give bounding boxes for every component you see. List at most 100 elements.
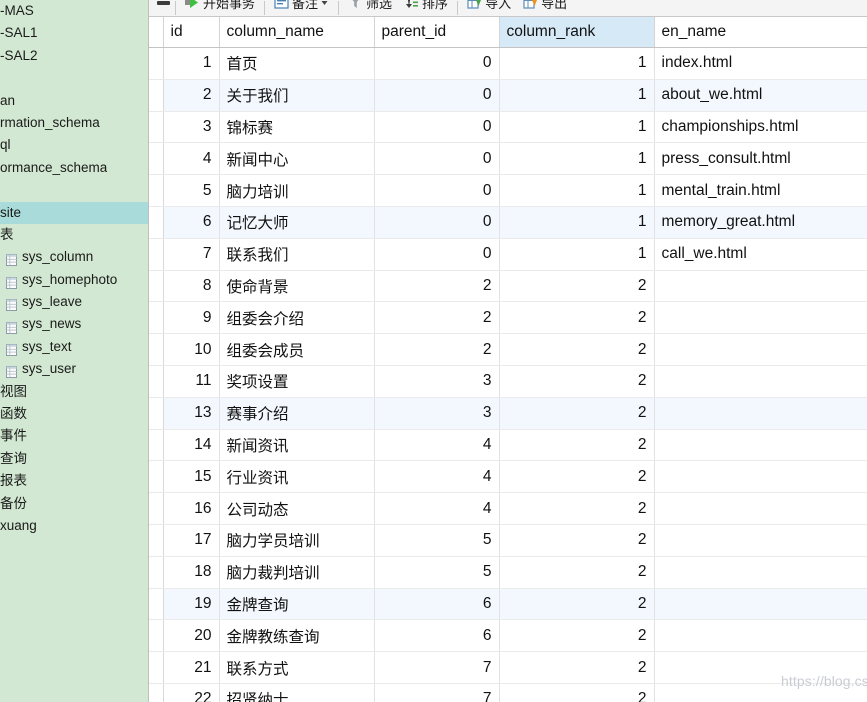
row-selector-cell[interactable] [149,460,164,494]
cell-parent-id[interactable]: 4 [374,460,500,494]
cell-en-name[interactable] [654,365,867,398]
cell-id[interactable]: 5 [163,174,220,207]
sidebar-item-sys_text[interactable]: sys_text [0,336,148,358]
table-row[interactable]: 19 金牌查询 6 2 [149,588,867,621]
cell-en-name[interactable] [654,429,867,462]
cell-id[interactable]: 9 [163,301,220,335]
sidebar-item-xuang[interactable]: xuang [0,515,148,537]
cell-column-rank[interactable]: 2 [499,397,655,430]
cell-column-name[interactable]: 新闻中心 [219,142,375,176]
sidebar-item-an[interactable]: an [0,90,148,112]
sidebar-item--[interactable]: 函数 [0,403,148,425]
table-row[interactable]: 18 脑力裁判培训 5 2 [149,556,867,589]
row-selector-cell[interactable] [149,270,164,303]
cell-column-rank[interactable]: 1 [499,47,655,80]
row-selector-cell[interactable] [149,492,164,525]
table-row[interactable]: 9 组委会介绍 2 2 [149,301,867,335]
cell-column-name[interactable]: 联系方式 [219,651,375,684]
sidebar-item-ormance_schema[interactable]: ormance_schema [0,157,148,179]
cell-column-name[interactable]: 公司动态 [219,492,375,525]
cell-column-name[interactable]: 关于我们 [219,79,375,112]
cell-en-name[interactable] [654,460,867,494]
cell-column-rank[interactable]: 2 [499,429,655,462]
row-selector-cell[interactable] [149,111,164,144]
table-row[interactable]: 4 新闻中心 0 1 press_consult.html [149,142,867,176]
column-header-parent-id[interactable]: parent_id [374,17,500,48]
cell-column-rank[interactable]: 2 [499,683,655,702]
cell-en-name[interactable]: memory_great.html [654,206,867,239]
sidebar-item--[interactable]: 备份 [0,493,148,515]
column-header-en-name[interactable]: en_name [654,17,867,48]
cell-parent-id[interactable]: 0 [374,111,500,144]
table-row[interactable]: 15 行业资讯 4 2 [149,460,867,494]
cell-column-name[interactable]: 奖项设置 [219,365,375,398]
cell-column-name[interactable]: 首页 [219,47,375,80]
column-header-column-rank[interactable]: column_rank [499,17,655,48]
cell-parent-id[interactable]: 0 [374,174,500,207]
cell-parent-id[interactable]: 2 [374,270,500,303]
sidebar-item--[interactable]: 查询 [0,448,148,470]
sidebar-item--[interactable]: 报表 [0,470,148,492]
sidebar-item-sys_leave[interactable]: sys_leave [0,291,148,313]
row-selector-cell[interactable] [149,619,164,653]
cell-id[interactable]: 2 [163,79,220,112]
cell-column-name[interactable]: 脑力培训 [219,174,375,207]
grid-toolbar[interactable]: 开始事务 备注 筛选 排序 导入 导出 [149,0,867,17]
row-selector-cell[interactable] [149,142,164,176]
cell-parent-id[interactable]: 5 [374,524,500,557]
row-selector-cell[interactable] [149,651,164,684]
cell-en-name[interactable] [654,619,867,653]
cell-parent-id[interactable]: 0 [374,47,500,80]
cell-id[interactable]: 19 [163,588,220,621]
table-row[interactable]: 3 锦标赛 0 1 championships.html [149,111,867,144]
cell-id[interactable]: 15 [163,460,220,494]
collapse-icon[interactable] [155,0,172,11]
cell-en-name[interactable]: mental_train.html [654,174,867,207]
cell-en-name[interactable] [654,683,867,702]
cell-column-name[interactable]: 金牌查询 [219,588,375,621]
cell-column-rank[interactable]: 1 [499,206,655,239]
cell-id[interactable]: 20 [163,619,220,653]
row-selector-cell[interactable] [149,365,164,398]
cell-parent-id[interactable]: 3 [374,365,500,398]
cell-column-name[interactable]: 金牌教练查询 [219,619,375,653]
table-row[interactable]: 2 关于我们 0 1 about_we.html [149,79,867,112]
table-row[interactable]: 21 联系方式 7 2 [149,651,867,684]
sidebar-item--mas[interactable]: -MAS [0,0,148,22]
cell-id[interactable]: 10 [163,333,220,366]
sidebar-item--[interactable]: 事件 [0,425,148,447]
row-selector-cell[interactable] [149,588,164,621]
row-selector-cell[interactable] [149,206,164,239]
column-header-column-name[interactable]: column_name [219,17,375,48]
start-transaction-button[interactable]: 开始事务 [179,0,261,11]
cell-column-rank[interactable]: 2 [499,651,655,684]
cell-en-name[interactable]: about_we.html [654,79,867,112]
row-selector-cell[interactable] [149,333,164,366]
cell-en-name[interactable] [654,524,867,557]
table-row[interactable]: 11 奖项设置 3 2 [149,365,867,398]
cell-parent-id[interactable]: 0 [374,206,500,239]
cell-id[interactable]: 7 [163,238,220,271]
cell-column-name[interactable]: 新闻资讯 [219,429,375,462]
row-selector-cell[interactable] [149,47,164,80]
cell-column-name[interactable]: 赛事介绍 [219,397,375,430]
cell-column-name[interactable]: 锦标赛 [219,111,375,144]
row-selector-cell[interactable] [149,238,164,271]
cell-en-name[interactable] [654,588,867,621]
cell-en-name[interactable] [654,301,867,335]
cell-column-rank[interactable]: 1 [499,238,655,271]
import-button[interactable]: 导入 [461,0,517,11]
cell-id[interactable]: 1 [163,47,220,80]
sidebar-item--sal2[interactable]: -SAL2 [0,45,148,67]
cell-id[interactable]: 3 [163,111,220,144]
row-selector-cell[interactable] [149,397,164,430]
cell-id[interactable]: 4 [163,142,220,176]
cell-parent-id[interactable]: 7 [374,683,500,702]
table-row[interactable]: 20 金牌教练查询 6 2 [149,619,867,653]
cell-id[interactable]: 18 [163,556,220,589]
cell-column-rank[interactable]: 2 [499,365,655,398]
row-selector-cell[interactable] [149,524,164,557]
cell-column-name[interactable]: 招贤纳士 [219,683,375,702]
row-selector-cell[interactable] [149,429,164,462]
table-row[interactable]: 17 脑力学员培训 5 2 [149,524,867,557]
